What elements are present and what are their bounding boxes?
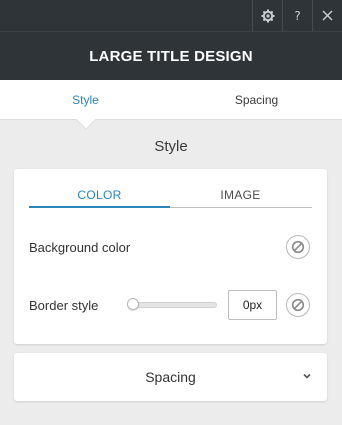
close-button[interactable] (312, 0, 342, 31)
border-style-label: Border style (29, 298, 99, 313)
border-style-none-button[interactable] (286, 293, 310, 317)
panel-title: LARGE TITLE DESIGN (89, 47, 253, 65)
border-width-slider-handle[interactable] (127, 298, 139, 310)
none-icon (291, 298, 305, 312)
spacing-accordion-label: Spacing (145, 369, 196, 385)
close-icon (322, 10, 333, 21)
style-card: COLOR IMAGE Background color Border styl… (14, 169, 327, 344)
subtab-color[interactable]: COLOR (29, 183, 170, 208)
background-color-label: Background color (29, 240, 131, 255)
border-width-input[interactable] (228, 290, 277, 320)
gear-icon (261, 9, 274, 22)
section-title: Style (154, 138, 188, 155)
help-button[interactable]: ? (282, 0, 312, 31)
help-icon: ? (294, 8, 301, 23)
tab-spacing[interactable]: Spacing (171, 80, 342, 120)
chevron-down-icon (303, 373, 311, 379)
subtab-image[interactable]: IMAGE (170, 183, 311, 207)
border-width-slider[interactable] (127, 302, 217, 308)
panel-tabs: Style Spacing (0, 80, 342, 120)
background-color-none-button[interactable] (286, 235, 310, 259)
style-subtabs: COLOR IMAGE (29, 183, 312, 208)
top-toolbar: ? (0, 0, 342, 31)
spacing-accordion[interactable]: Spacing (14, 353, 327, 401)
settings-button[interactable] (252, 0, 282, 31)
none-icon (291, 240, 305, 254)
panel-header: LARGE TITLE DESIGN (0, 31, 342, 80)
